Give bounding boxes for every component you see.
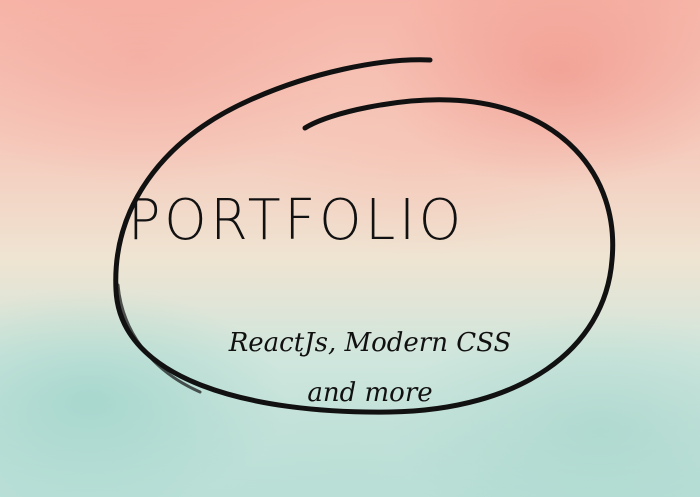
tagline-line-2: and more: [307, 378, 433, 408]
tagline-line-1: ReactJs, Modern CSS: [228, 328, 512, 358]
watercolor-background: PORTFOLIO ReactJs, Modern CSS and more: [0, 0, 700, 497]
portfolio-title: PORTFOLIO: [128, 188, 465, 253]
tagline: ReactJs, Modern CSS and more: [220, 318, 520, 418]
